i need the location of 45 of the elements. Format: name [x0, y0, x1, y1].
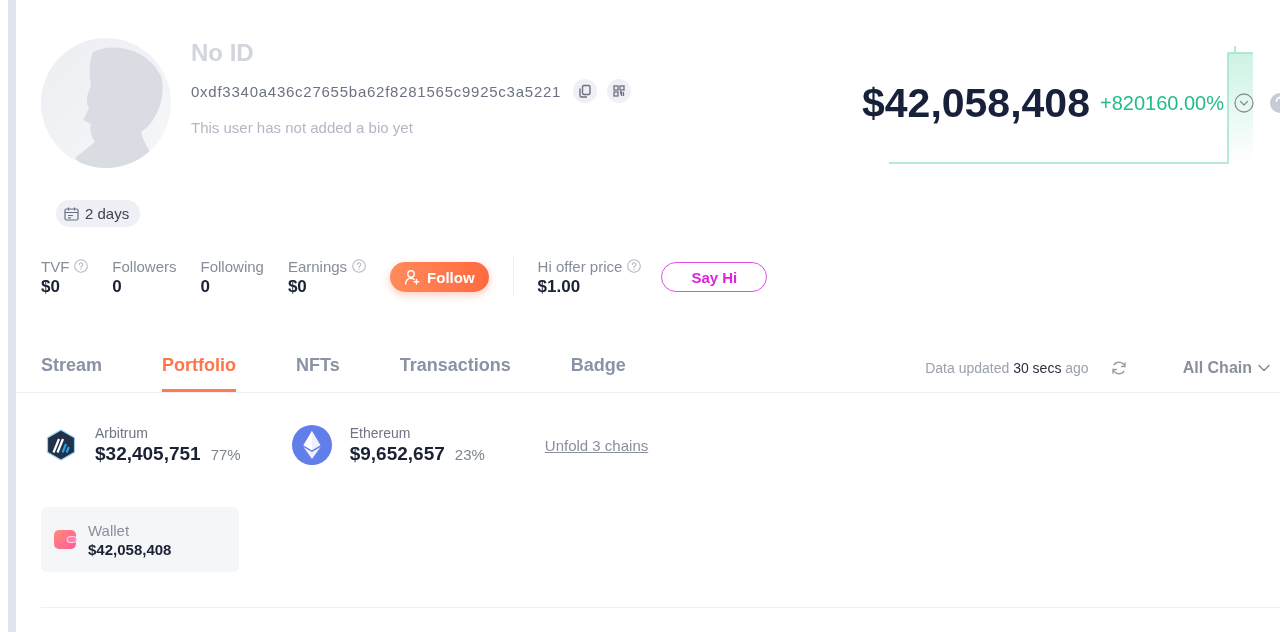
chain-share: 77%	[210, 446, 241, 463]
wallet-icon	[54, 529, 77, 550]
hi-offer-value: $1.00	[537, 276, 582, 298]
stat-label: Earnings	[287, 257, 348, 275]
chevron-down-icon	[1258, 364, 1270, 372]
hi-offer-label: Hi offer price	[537, 257, 623, 275]
chain-filter-dropdown[interactable]: All Chain	[1182, 359, 1270, 377]
help-icon[interactable]	[1270, 93, 1280, 113]
chain-name: Arbitrum	[95, 424, 149, 442]
follow-button[interactable]: Follow	[390, 262, 489, 292]
stat-label: TVF	[41, 257, 70, 275]
stat-value: $0	[287, 276, 308, 298]
qr-code-icon[interactable]	[607, 79, 632, 103]
tab[interactable]: Transactions	[399, 354, 511, 392]
stat-value: $0	[41, 276, 61, 298]
chevron-down-icon[interactable]	[1234, 93, 1254, 113]
stat-value: 0	[112, 276, 123, 298]
stat-label: Followers	[112, 257, 177, 275]
tab[interactable]: Badge	[570, 354, 626, 392]
tab[interactable]: Portfolio	[162, 354, 237, 392]
chain-value: $9,652,657	[349, 442, 445, 466]
say-hi-button[interactable]: Say Hi	[661, 262, 768, 292]
chain-name: Ethereum	[349, 424, 412, 442]
stat-label: Following	[200, 257, 264, 275]
bio-text: This user has not added a bio yet	[191, 118, 414, 138]
wallet-value: $42,058,408	[88, 539, 172, 559]
wallet-label: Wallet	[88, 520, 131, 540]
avatar-icon	[41, 38, 171, 168]
hexagon-logo-icon	[45, 429, 77, 461]
wallet-address: 0xdf3340a436c27655ba62f8281565c9925c3a5221	[191, 82, 562, 100]
add-user-icon	[404, 269, 421, 285]
account-age-text: 2 days	[85, 205, 130, 222]
tab[interactable]: Stream	[41, 354, 103, 392]
tab[interactable]: NFTs	[296, 354, 340, 392]
stat-value: 0	[200, 276, 211, 298]
refresh-icon[interactable]	[1110, 360, 1127, 376]
data-updated-text: Data updated 30 secs ago	[925, 360, 1089, 376]
chain-value: $32,405,751	[95, 442, 201, 466]
total-value: $42,058,408	[861, 80, 1090, 126]
value-change: +820160.00%	[1100, 91, 1224, 115]
unfold-chains-link[interactable]: Unfold 3 chains	[544, 436, 649, 454]
calendar-icon	[64, 206, 79, 221]
chain-share: 23%	[454, 446, 485, 463]
diamond-logo-icon	[291, 425, 332, 465]
copy-icon[interactable]	[573, 79, 598, 103]
